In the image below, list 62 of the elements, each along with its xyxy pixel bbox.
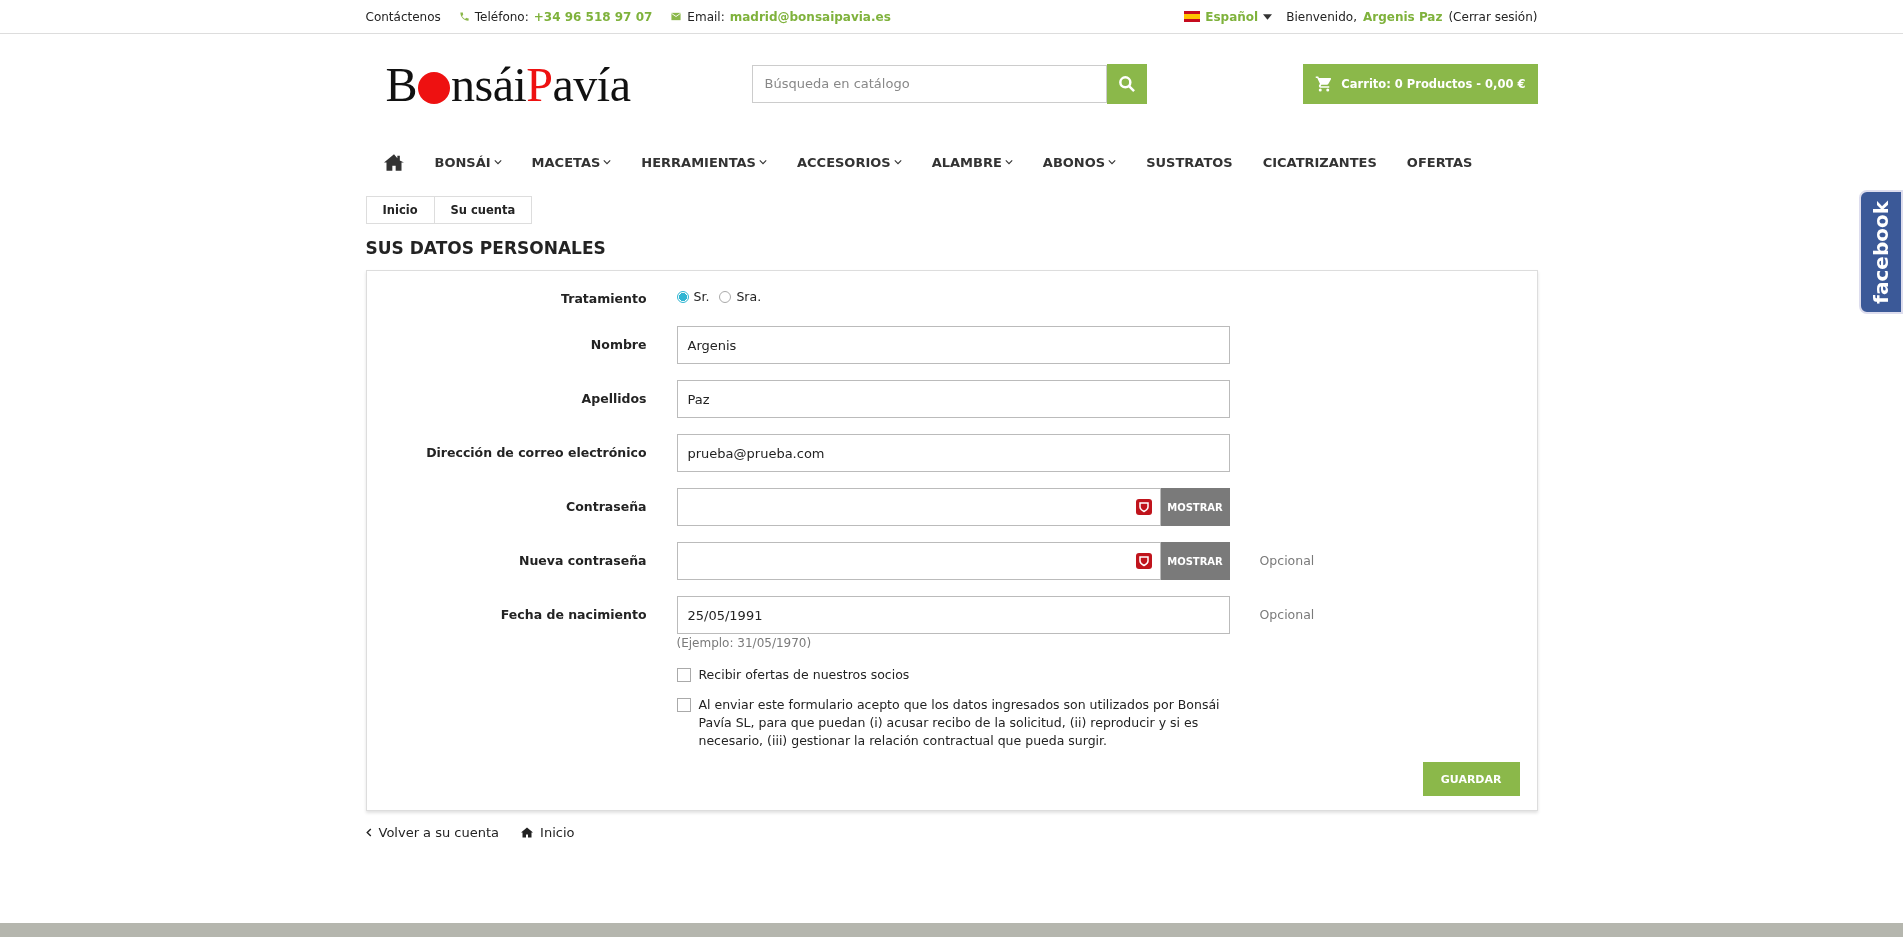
welcome-text: Bienvenido, xyxy=(1286,9,1357,24)
checkbox[interactable] xyxy=(676,668,691,682)
checkbox-label: Recibir ofertas de nuestros socios xyxy=(698,666,910,684)
radio-label: Sr. xyxy=(693,289,710,304)
cart-icon xyxy=(1315,75,1334,93)
password-field[interactable] xyxy=(676,488,1161,526)
logout-link[interactable]: (Cerrar sesión) xyxy=(1448,9,1538,24)
email-label: Email: xyxy=(687,9,725,24)
phone-label: Teléfono: xyxy=(474,9,529,24)
checkbox[interactable] xyxy=(676,698,691,712)
field-label: Nombre xyxy=(589,336,647,352)
text-field[interactable]: 25/05/1991 xyxy=(676,596,1230,634)
field-label: Apellidos xyxy=(580,390,647,406)
search-button[interactable] xyxy=(1106,63,1147,104)
optional-note: Opcional xyxy=(1259,606,1315,622)
caret-icon[interactable] xyxy=(1263,13,1273,20)
contact-link[interactable]: Contáctenos xyxy=(365,9,441,24)
nav-menu-item[interactable]: HERRAMIENTAS xyxy=(641,154,767,170)
search-icon xyxy=(1116,73,1137,94)
text-field[interactable]: prueba@prueba.com xyxy=(676,434,1230,472)
field-label: Tratamiento xyxy=(560,290,647,306)
nav-menu-item[interactable]: MACETAS xyxy=(531,154,612,170)
shield-icon xyxy=(1135,553,1152,569)
field-label: Nueva contraseña xyxy=(518,552,647,568)
password-field[interactable] xyxy=(676,542,1161,580)
home-icon xyxy=(521,827,534,838)
page-title: SUS DATOS PERSONALES xyxy=(365,238,607,258)
nav-menu-item[interactable]: OFERTAS xyxy=(1406,154,1473,170)
text-field[interactable]: Paz xyxy=(676,380,1230,418)
envelope-icon xyxy=(670,11,683,22)
show-password-button[interactable]: MOSTRAR xyxy=(1160,542,1230,580)
text-field[interactable]: Argenis xyxy=(676,326,1230,364)
spain-flag-icon xyxy=(1184,11,1201,22)
facebook-tab[interactable]: facebook xyxy=(1859,190,1903,314)
phone-icon xyxy=(458,11,470,22)
field-label: Fecha de nacimiento xyxy=(499,606,647,622)
field-hint: (Ejemplo: 31/05/1970) xyxy=(676,636,813,650)
field-label: Contraseña xyxy=(565,498,647,514)
chevron-left-icon xyxy=(365,828,372,837)
nav-menu-item[interactable]: CICATRIZANTES xyxy=(1262,154,1377,170)
nav-menu-item[interactable]: ABONOS xyxy=(1042,154,1117,170)
nav-menu-item[interactable]: ACCESORIOS xyxy=(797,154,902,170)
shield-icon xyxy=(1135,499,1152,515)
nav-menu-item[interactable]: BONSÁI xyxy=(434,154,502,170)
radio-button[interactable] xyxy=(719,290,732,303)
radio-button[interactable] xyxy=(676,290,689,303)
nav-menu-item[interactable]: SUSTRATOS xyxy=(1146,154,1233,170)
breadcrumb-link[interactable]: Su cuenta xyxy=(434,197,532,223)
field-label: Dirección de correo electrónico xyxy=(425,444,647,460)
show-password-button[interactable]: MOSTRAR xyxy=(1160,488,1230,526)
site-logo[interactable]: B nsáiPavía xyxy=(385,56,752,112)
footer-link[interactable]: Volver a su cuenta xyxy=(378,825,500,840)
radio-label: Sra. xyxy=(736,289,762,304)
search-field[interactable]: Búsqueda en catálogo xyxy=(751,64,1107,103)
home-icon[interactable] xyxy=(383,153,404,171)
breadcrumb-link[interactable]: Inicio xyxy=(366,197,435,223)
nav-menu-item[interactable]: ALAMBRE xyxy=(931,154,1013,170)
logo-dot-icon xyxy=(418,72,450,104)
footer-link[interactable]: Inicio xyxy=(540,825,575,840)
checkbox-label: Al enviar este formulario acepto que los datos ingresados son utilizados por Bonsái Pavía SL, para que puedan (i) acusar recibo de la solicitud, (ii) reproducir y si es necesario, (iii) gestionar la relación contractual que pueda surgir. xyxy=(698,696,1221,750)
optional-note: Opcional xyxy=(1259,552,1315,568)
phone-number: +34 96 518 97 07 xyxy=(533,9,653,24)
